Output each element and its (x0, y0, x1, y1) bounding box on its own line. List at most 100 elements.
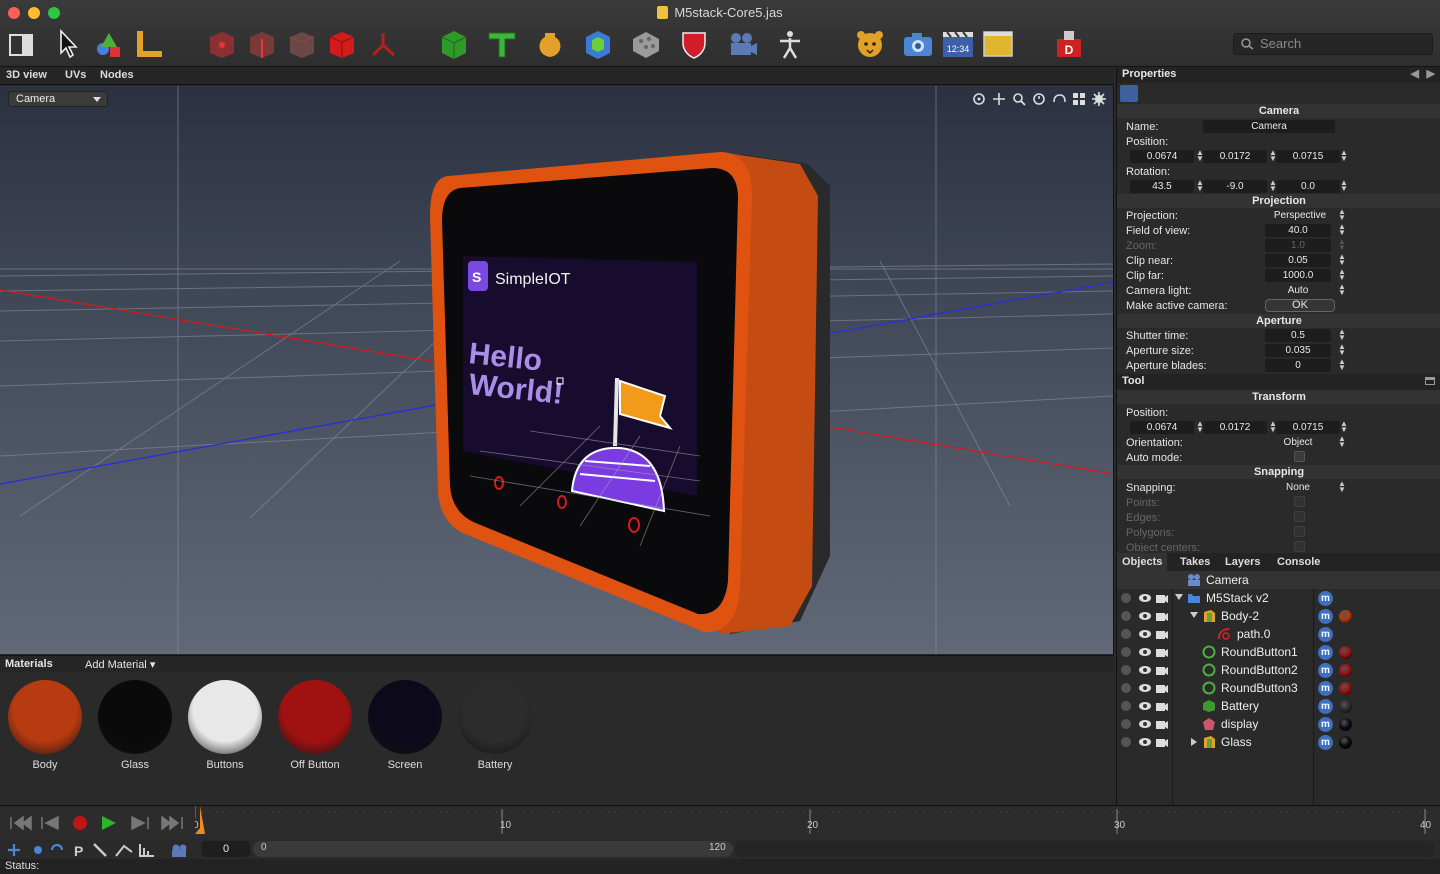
visibility-dot[interactable] (1121, 665, 1131, 675)
material-swatch[interactable] (1339, 646, 1352, 659)
stepper-icon[interactable]: ▲ ▼ (1338, 358, 1346, 372)
select-arrows-icon[interactable]: ▲ ▼ (1338, 480, 1346, 494)
tab-3d-view[interactable]: 3D view (6, 69, 47, 81)
object-row-m5stack[interactable]: M5Stack v2 m (1117, 589, 1440, 607)
render-icon[interactable] (1155, 718, 1169, 730)
first-frame-icon[interactable] (10, 815, 32, 831)
vertex-mode-icon[interactable] (204, 27, 238, 61)
edge-mode-icon[interactable] (244, 27, 278, 61)
aperture-size-field[interactable]: 0.035 (1265, 344, 1331, 357)
object-row-camera[interactable]: Camera (1117, 571, 1440, 589)
visibility-dot[interactable] (1121, 737, 1131, 747)
shield-icon[interactable] (677, 27, 711, 61)
ok-button[interactable]: OK (1265, 299, 1335, 312)
object-row-battery[interactable]: Battery m (1117, 697, 1440, 715)
panel-menu-icon[interactable] (1425, 377, 1435, 385)
3d-viewport[interactable]: S SimpleIOT Hello World! Camera (0, 86, 1114, 654)
tab-console[interactable]: Console (1277, 556, 1320, 568)
material-screen[interactable]: Screen (367, 680, 443, 771)
ruler-icon[interactable] (132, 27, 166, 61)
stepper-icon[interactable]: ▲ ▼ (1196, 179, 1204, 193)
object-row-roundbutton3[interactable]: RoundButton3 m (1117, 679, 1440, 697)
camera-object-icon[interactable] (725, 27, 759, 61)
shapes-icon[interactable] (92, 27, 126, 61)
object-row-roundbutton1[interactable]: RoundButton1 m (1117, 643, 1440, 661)
camera-light-select[interactable]: Auto (1265, 284, 1331, 297)
material-badge-icon[interactable]: m (1318, 663, 1333, 678)
render-icon[interactable] (1155, 700, 1169, 712)
material-badge-icon[interactable]: m (1318, 735, 1333, 750)
pointer-icon[interactable] (53, 27, 87, 61)
snapping-select[interactable]: None (1265, 481, 1331, 494)
aperture-blades-field[interactable]: 0 (1265, 359, 1331, 372)
orbit-icon[interactable] (1031, 92, 1047, 106)
record-icon[interactable] (73, 816, 87, 830)
snapshot-camera-icon[interactable] (901, 27, 935, 61)
render-icon[interactable] (1155, 664, 1169, 676)
quad-view-icon[interactable] (1071, 92, 1087, 106)
layout-icon[interactable] (6, 27, 40, 61)
auto-mode-checkbox[interactable] (1294, 451, 1305, 462)
material-buttons[interactable]: Buttons (187, 680, 263, 771)
eye-icon[interactable] (1138, 646, 1152, 658)
position-y-field[interactable]: 0.0172 (1203, 150, 1267, 163)
tab-takes[interactable]: Takes (1180, 556, 1210, 568)
stepper-icon[interactable]: ▲ ▼ (1338, 253, 1346, 267)
orientation-select[interactable]: Object (1265, 436, 1331, 449)
eye-icon[interactable] (1138, 736, 1152, 748)
render-icon[interactable] (1155, 646, 1169, 658)
face-mode-icon[interactable] (284, 27, 318, 61)
visibility-dot[interactable] (1121, 683, 1131, 693)
tab-layers[interactable]: Layers (1225, 556, 1260, 568)
object-row-body-2[interactable]: Body-2 m (1117, 607, 1440, 625)
tool-position-x-field[interactable]: 0.0674 (1130, 421, 1194, 434)
undo-view-icon[interactable] (1051, 92, 1067, 106)
zoom-icon[interactable] (1011, 92, 1027, 106)
visibility-dot[interactable] (1121, 647, 1131, 657)
material-swatch[interactable] (1339, 736, 1352, 749)
arrow-left-icon[interactable]: ◀ (1411, 67, 1419, 82)
figure-icon[interactable] (773, 27, 807, 61)
eye-icon[interactable] (1138, 592, 1152, 604)
shutter-field[interactable]: 0.5 (1265, 329, 1331, 342)
visibility-dot[interactable] (1121, 701, 1131, 711)
clip-far-field[interactable]: 1000.0 (1265, 269, 1331, 282)
stepper-icon[interactable]: ▲ ▼ (1269, 179, 1277, 193)
fov-field[interactable]: 40.0 (1265, 224, 1331, 237)
stepper-icon[interactable]: ▲ ▼ (1340, 420, 1348, 434)
visibility-dot[interactable] (1121, 593, 1131, 603)
range-slider[interactable]: 0 120 (253, 841, 733, 857)
rotation-x-field[interactable]: 43.5 (1130, 180, 1194, 193)
tool-position-z-field[interactable]: 0.0715 (1276, 421, 1340, 434)
sponge-icon[interactable] (629, 27, 663, 61)
stepper-icon[interactable]: ▲ ▼ (1196, 420, 1204, 434)
window-icon[interactable] (981, 27, 1015, 61)
material-badge-icon[interactable]: m (1318, 717, 1333, 732)
timeline-ruler[interactable]: 0 10 20 30 40 (195, 806, 1440, 840)
object-row-glass[interactable]: Glass m (1117, 733, 1440, 751)
material-badge-icon[interactable]: m (1318, 699, 1333, 714)
object-row-roundbutton2[interactable]: RoundButton2 m (1117, 661, 1440, 679)
cheetah-icon[interactable] (853, 27, 887, 61)
search-input[interactable]: Search (1233, 33, 1433, 55)
render-icon[interactable] (1155, 682, 1169, 694)
visibility-dot[interactable] (1121, 719, 1131, 729)
stepper-icon[interactable]: ▲ ▼ (1338, 343, 1346, 357)
material-badge-icon[interactable]: m (1318, 681, 1333, 696)
position-z-field[interactable]: 0.0715 (1276, 150, 1340, 163)
add-material-button[interactable]: Add Material ▾ (85, 658, 155, 671)
clip-near-field[interactable]: 0.05 (1265, 254, 1331, 267)
rotation-y-field[interactable]: -9.0 (1203, 180, 1267, 193)
eye-icon[interactable] (1138, 700, 1152, 712)
material-swatch[interactable] (1339, 610, 1352, 623)
export-icon[interactable]: D (1052, 27, 1086, 61)
stepper-icon[interactable]: ▲ ▼ (1338, 268, 1346, 282)
eye-icon[interactable] (1138, 682, 1152, 694)
skeleton-mode-icon[interactable] (366, 27, 400, 61)
material-badge-icon[interactable]: m (1318, 609, 1333, 624)
stepper-icon[interactable]: ▲ ▼ (1340, 179, 1348, 193)
visibility-dot[interactable] (1121, 611, 1131, 621)
name-field[interactable]: Camera (1203, 120, 1335, 133)
render-icon[interactable] (1155, 610, 1169, 622)
stepper-icon[interactable]: ▲ ▼ (1196, 149, 1204, 163)
